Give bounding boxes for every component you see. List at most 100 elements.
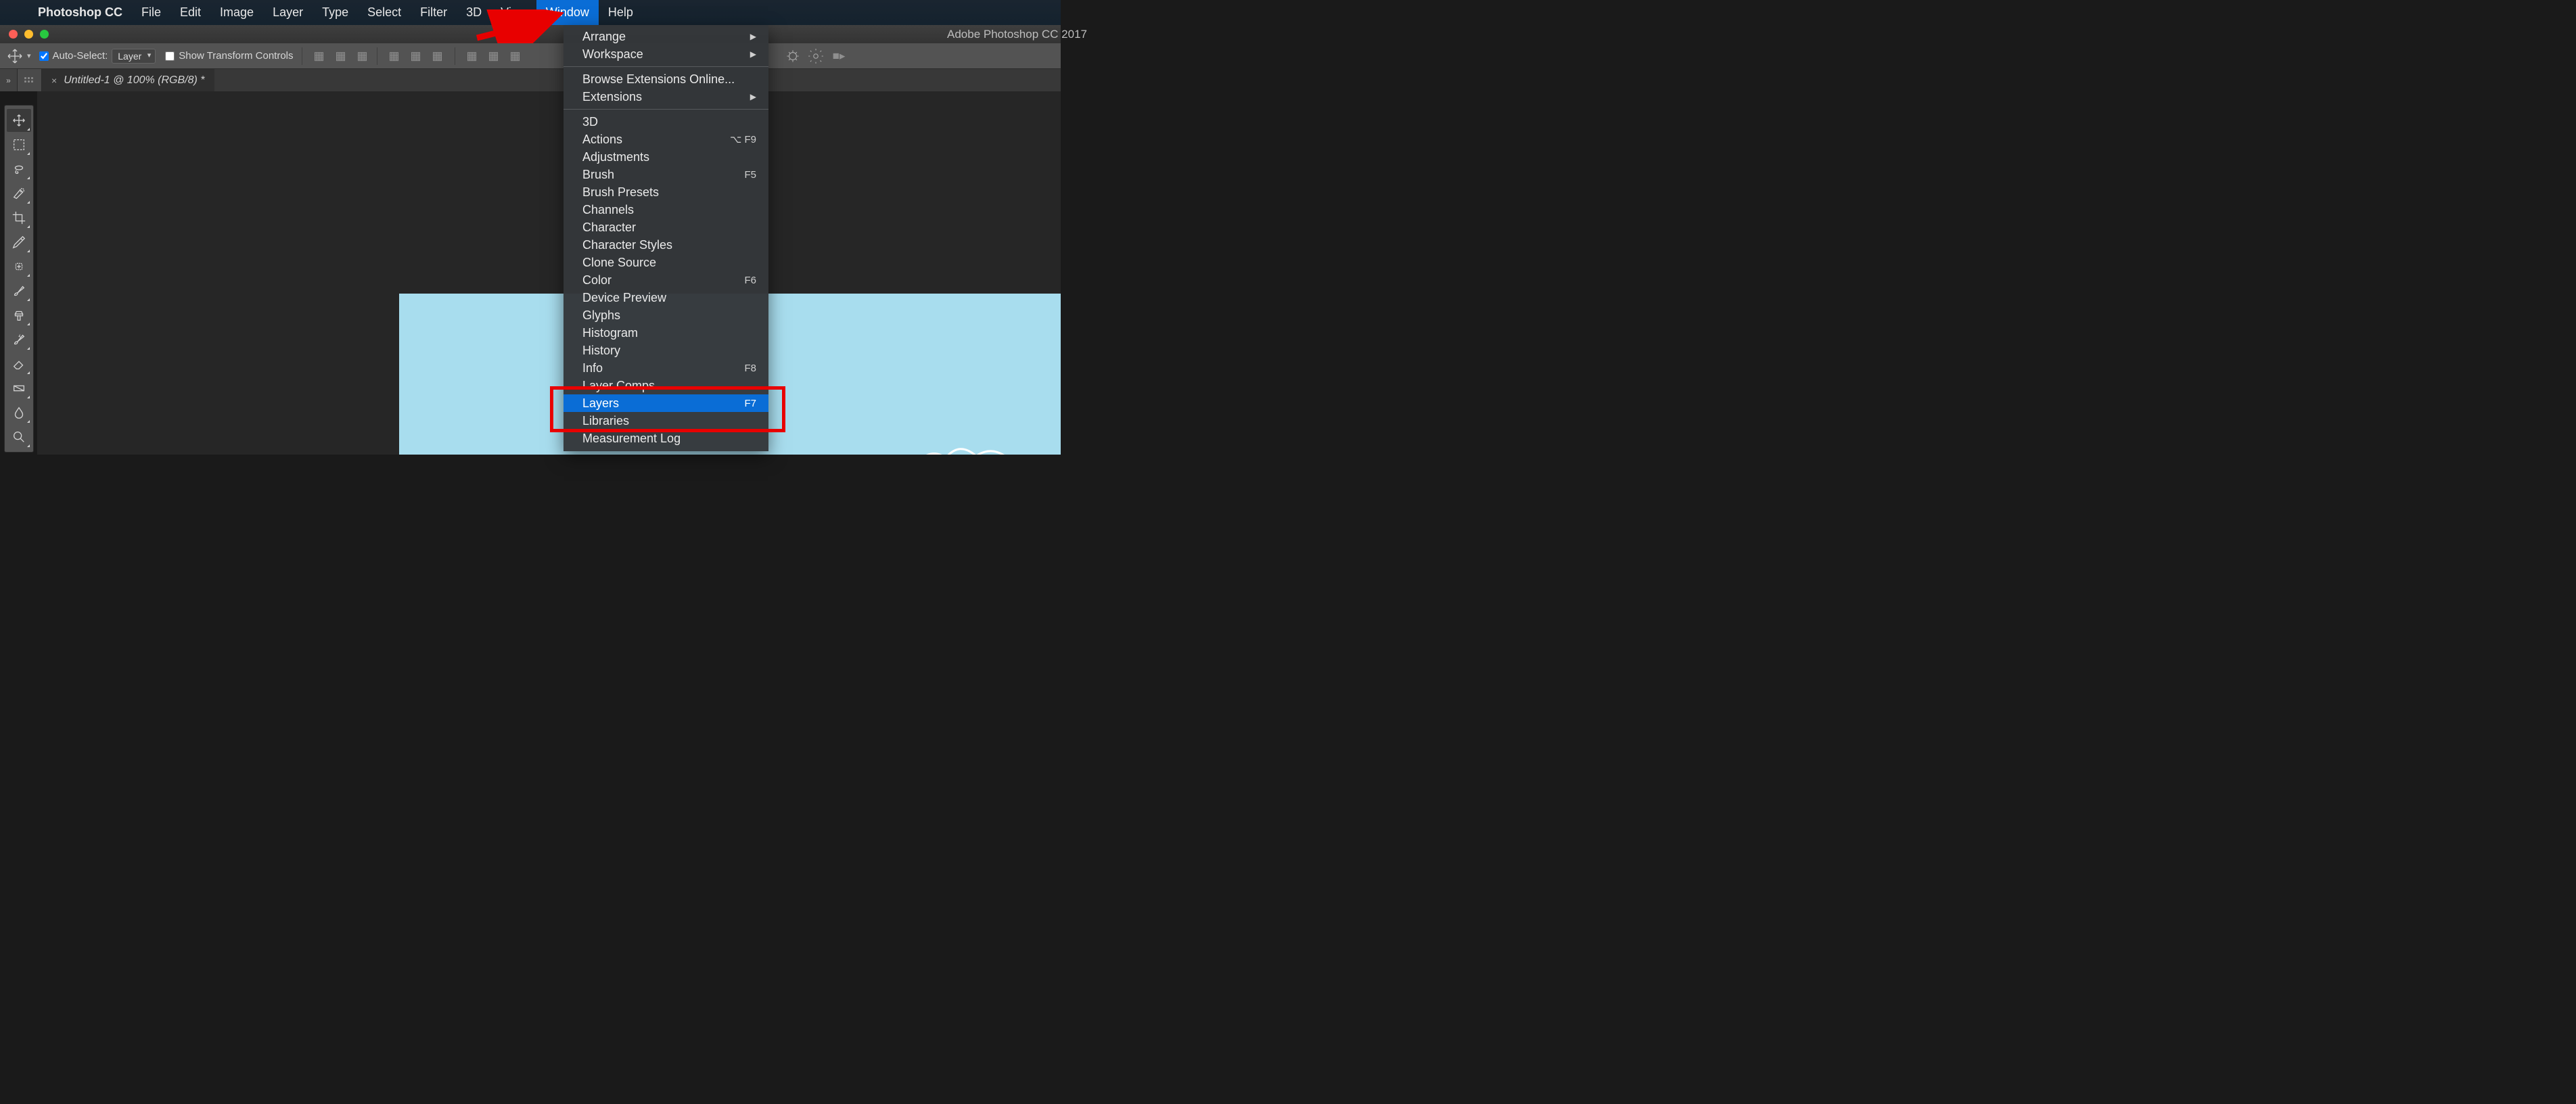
menu-item-color[interactable]: Color F6 xyxy=(564,271,768,289)
menu-item-layer-comps[interactable]: Layer Comps xyxy=(564,377,768,394)
maximize-window-button[interactable] xyxy=(40,30,49,39)
gradient-tool[interactable] xyxy=(7,377,31,400)
menu-separator xyxy=(564,109,768,110)
menu-item-history[interactable]: History xyxy=(564,342,768,359)
distribute-top-icon[interactable]: ▦ xyxy=(463,47,481,65)
menubar-appname[interactable]: Photoshop CC xyxy=(28,0,132,25)
close-window-button[interactable] xyxy=(9,30,18,39)
eraser-tool[interactable] xyxy=(7,352,31,375)
menu-item-label: Info xyxy=(582,361,603,375)
show-transform-checkbox[interactable]: Show Transform Controls xyxy=(165,50,293,62)
history-brush-tool[interactable] xyxy=(7,328,31,351)
menu-item-label: Libraries xyxy=(582,414,629,428)
menubar-file[interactable]: File xyxy=(132,0,170,25)
move-tool[interactable] xyxy=(7,109,31,132)
healing-brush-tool[interactable] xyxy=(7,255,31,278)
distribute-bottom-icon[interactable]: ▦ xyxy=(507,47,524,65)
menu-shortcut: F5 xyxy=(744,169,756,181)
show-transform-input[interactable] xyxy=(165,51,175,61)
document-tab-bar: » × Untitled-1 @ 100% (RGB/8) * xyxy=(0,69,1061,91)
menubar-edit[interactable]: Edit xyxy=(170,0,210,25)
menu-item-clone-source[interactable]: Clone Source xyxy=(564,254,768,271)
menu-item-label: Layers xyxy=(582,396,619,411)
menubar-layer[interactable]: Layer xyxy=(263,0,313,25)
camera-icon[interactable]: ■▸ xyxy=(830,47,848,65)
menu-item-label: Arrange xyxy=(582,30,626,44)
menu-item-brush[interactable]: Brush F5 xyxy=(564,166,768,183)
eyedropper-tool[interactable] xyxy=(7,231,31,254)
rect-marquee-tool[interactable] xyxy=(7,133,31,156)
menu-shortcut: F8 xyxy=(744,363,756,374)
align-vertical-centers-icon[interactable]: ▦ xyxy=(407,47,425,65)
menu-shortcut: F6 xyxy=(744,275,756,286)
align-left-edges-icon[interactable]: ▦ xyxy=(310,47,328,65)
brush-tool[interactable] xyxy=(7,279,31,302)
menu-item-label: Device Preview xyxy=(582,291,666,305)
menu-separator xyxy=(564,66,768,67)
menubar-window[interactable]: Window xyxy=(536,0,599,25)
document-tab-title: Untitled-1 @ 100% (RGB/8) * xyxy=(64,74,204,87)
dodge-tool[interactable] xyxy=(7,426,31,448)
auto-select-input[interactable] xyxy=(39,51,49,61)
menubar-select[interactable]: Select xyxy=(358,0,411,25)
3d-mode-icon[interactable] xyxy=(784,47,802,65)
menubar-view[interactable]: View xyxy=(491,0,536,25)
menu-item-label: History xyxy=(582,344,620,358)
menu-item-browse-extensions-online[interactable]: Browse Extensions Online... xyxy=(564,70,768,88)
lasso-tool[interactable] xyxy=(7,158,31,181)
menu-item-label: Brush xyxy=(582,168,614,182)
menu-item-label: Clone Source xyxy=(582,256,656,270)
move-tool-icon xyxy=(7,48,23,64)
tool-preset-dropdown[interactable]: ▾ xyxy=(27,51,31,60)
menu-item-label: Workspace xyxy=(582,47,643,62)
menu-item-histogram[interactable]: Histogram xyxy=(564,324,768,342)
menu-item-adjustments[interactable]: Adjustments xyxy=(564,148,768,166)
menubar-3d[interactable]: 3D xyxy=(457,0,491,25)
menu-item-channels[interactable]: Channels xyxy=(564,201,768,218)
auto-select-checkbox[interactable]: Auto-Select: xyxy=(39,50,108,62)
collapse-tabs-button[interactable]: » xyxy=(0,69,18,91)
menu-item-measurement-log[interactable]: Measurement Log xyxy=(564,430,768,447)
align-right-edges-icon[interactable]: ▦ xyxy=(354,47,371,65)
menu-item-label: Character Styles xyxy=(582,238,672,252)
minimize-window-button[interactable] xyxy=(24,30,33,39)
canvas-area[interactable] xyxy=(37,91,1061,455)
menubar-filter[interactable]: Filter xyxy=(411,0,457,25)
menu-item-3d[interactable]: 3D xyxy=(564,113,768,131)
submenu-arrow-icon: ▶ xyxy=(750,49,756,59)
quick-select-tool[interactable] xyxy=(7,182,31,205)
close-tab-icon[interactable]: × xyxy=(51,75,57,86)
menu-item-label: Layer Comps xyxy=(582,379,655,393)
gear-icon[interactable] xyxy=(807,47,825,65)
align-bottom-edges-icon[interactable]: ▦ xyxy=(429,47,446,65)
menu-item-arrange[interactable]: Arrange▶ xyxy=(564,28,768,45)
align-horizontal-centers-icon[interactable]: ▦ xyxy=(332,47,350,65)
menu-item-character[interactable]: Character xyxy=(564,218,768,236)
document-tab[interactable]: × Untitled-1 @ 100% (RGB/8) * xyxy=(42,69,214,91)
window-menu-dropdown: Arrange▶ Workspace ▶ Browse Extensions Onli… xyxy=(564,25,768,451)
menu-item-glyphs[interactable]: Glyphs xyxy=(564,306,768,324)
menu-item-workspace[interactable]: Workspace ▶ xyxy=(564,45,768,63)
menubar-image[interactable]: Image xyxy=(210,0,263,25)
panel-grip[interactable] xyxy=(18,69,42,91)
auto-select-target-dropdown[interactable]: Layer xyxy=(112,49,156,64)
menu-item-label: Color xyxy=(582,273,612,288)
menu-item-character-styles[interactable]: Character Styles xyxy=(564,236,768,254)
window-titlebar: Adobe Photoshop CC 2017 xyxy=(0,25,1061,43)
menubar-type[interactable]: Type xyxy=(313,0,358,25)
menu-item-label: Brush Presets xyxy=(582,185,659,200)
menubar-help[interactable]: Help xyxy=(599,0,643,25)
crop-tool[interactable] xyxy=(7,206,31,229)
clone-stamp-tool[interactable] xyxy=(7,304,31,327)
menu-item-libraries[interactable]: Libraries xyxy=(564,412,768,430)
menu-item-layers[interactable]: LayersF7 xyxy=(564,394,768,412)
menu-item-device-preview[interactable]: Device Preview xyxy=(564,289,768,306)
menu-item-extensions[interactable]: Extensions▶ xyxy=(564,88,768,106)
align-top-edges-icon[interactable]: ▦ xyxy=(386,47,403,65)
window-title: Adobe Photoshop CC 2017 xyxy=(947,28,1087,41)
blur-tool[interactable] xyxy=(7,401,31,424)
distribute-vcenter-icon[interactable]: ▦ xyxy=(485,47,503,65)
menu-item-info[interactable]: Info F8 xyxy=(564,359,768,377)
menu-item-brush-presets[interactable]: Brush Presets xyxy=(564,183,768,201)
menu-item-actions[interactable]: Actions⌥ F9 xyxy=(564,131,768,148)
